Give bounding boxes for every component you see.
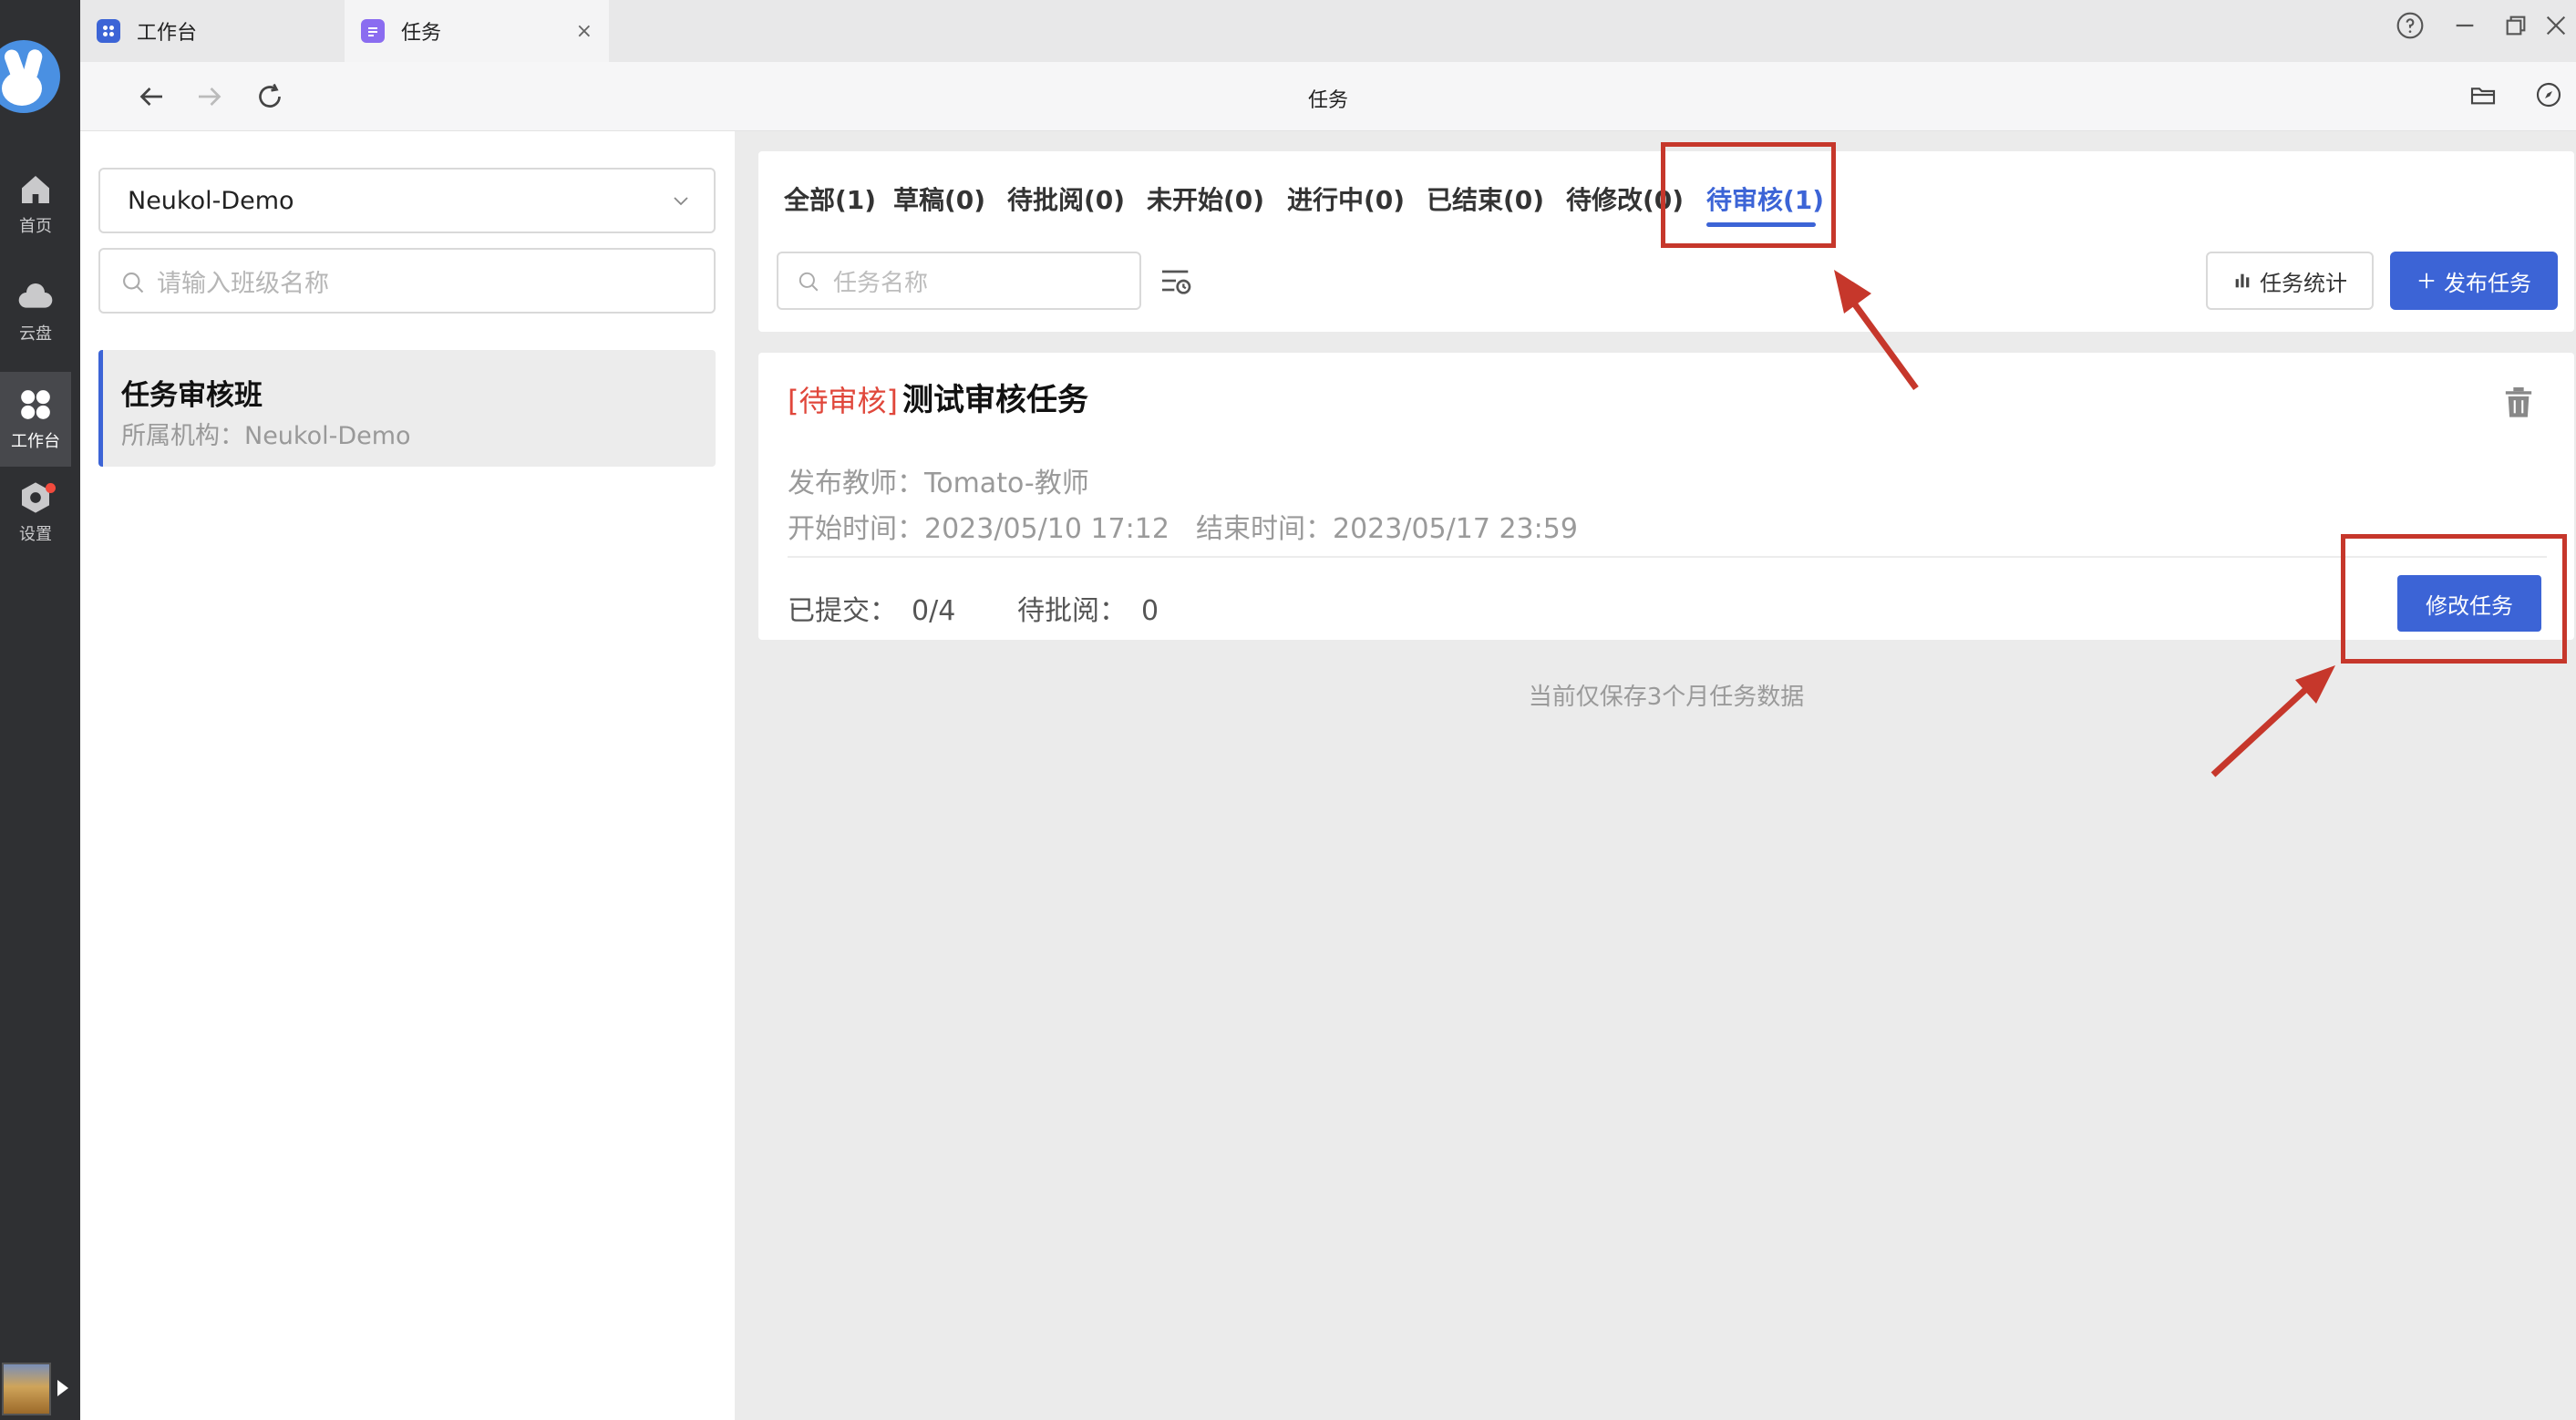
nav-toolbar: 任务 [80,62,2576,131]
task-pending-grade: 待批阅： 0 [1017,595,1159,627]
class-org: 所属机构：Neukol-Demo [121,422,411,450]
help-icon[interactable] [2396,11,2425,46]
window-close-icon[interactable] [2541,11,2571,46]
retention-note: 当前仅保存3个月任务数据 [1528,684,1805,711]
compass-icon[interactable] [2534,80,2567,113]
tab-draft[interactable]: 草稿(0) [893,180,985,217]
rail-item-workbench[interactable]: 工作台 [0,372,71,467]
publish-task-button[interactable]: 发布任务 [2390,252,2558,310]
class-panel: Neukol-Demo 请输入班级名称 任务审核班 所属机构：Neukol-De… [80,131,735,1420]
tab-tasks[interactable]: 任务 × [345,0,609,62]
class-list-item[interactable]: 任务审核班 所属机构：Neukol-Demo [98,350,716,467]
tab-bar: 工作台 任务 × [80,0,2576,62]
task-status-badge: [待审核] [788,384,898,418]
task-teacher: 发布教师：Tomato-教师 [788,468,1089,499]
card-divider [788,556,2547,558]
close-icon[interactable]: × [576,20,592,43]
plus-icon [2418,273,2435,289]
grid-icon [21,390,50,419]
restore-icon[interactable] [2501,11,2530,46]
annotation-box-edit-button [2341,534,2567,664]
tab-label: 工作台 [137,22,198,45]
rail-item-settings[interactable]: 设置 [0,465,71,560]
class-search-input[interactable]: 请输入班级名称 [98,248,716,314]
task-start-time: 开始时间：2023/05/10 17:12 [788,513,1170,545]
home-icon [22,176,49,203]
publish-task-label: 发布任务 [2444,270,2531,296]
task-stats-button[interactable]: 任务统计 [2206,252,2374,310]
task-search-placeholder: 任务名称 [833,269,929,297]
chevron-down-icon [674,197,688,206]
filter-settings-icon[interactable] [1158,262,1194,299]
refresh-icon[interactable] [253,80,286,113]
task-search-input[interactable]: 任务名称 [777,252,1141,310]
task-card[interactable]: [待审核] 测试审核任务 发布教师：Tomato-教师 开始时间：2023/05… [758,353,2574,640]
user-avatar[interactable] [0,40,60,113]
task-title[interactable]: 测试审核任务 [902,375,1088,419]
task-submitted: 已提交： 0/4 [788,595,956,627]
minimize-icon[interactable] [2450,11,2479,46]
back-arrow-icon[interactable] [135,80,168,113]
annotation-box-review-tab [1661,142,1836,248]
tab-to-grade[interactable]: 待批阅(0) [1007,180,1125,217]
play-icon[interactable] [57,1380,68,1396]
bar-chart-icon [2235,273,2250,288]
search-icon [799,272,819,292]
trash-icon[interactable] [2503,386,2534,420]
class-name: 任务审核班 [121,379,263,412]
org-select[interactable]: Neukol-Demo [98,168,716,233]
tab-workbench[interactable]: 工作台 [97,0,343,62]
cloud-icon [18,283,53,308]
search-icon [123,273,144,293]
rail-item-label: 首页 [19,217,52,236]
rail-item-label: 设置 [19,525,52,544]
rail-item-label: 云盘 [19,324,52,344]
tab-all[interactable]: 全部(1) [784,180,876,217]
media-thumbnail[interactable] [2,1363,51,1415]
grid-icon [97,19,120,43]
app-rail: 首页 云盘 工作台 设置 [0,0,80,1420]
forward-arrow-icon[interactable] [193,80,226,113]
rail-item-home[interactable]: 首页 [0,157,71,252]
org-select-value: Neukol-Demo [128,186,294,215]
tab-ended[interactable]: 已结束(0) [1427,180,1544,217]
task-stats-label: 任务统计 [2260,270,2347,296]
tab-label: 任务 [401,22,442,45]
folder-icon[interactable] [2468,80,2501,113]
rail-item-label: 工作台 [11,432,60,451]
rail-item-cloud[interactable]: 云盘 [0,264,71,359]
task-end-time: 结束时间：2023/05/17 23:59 [1196,513,1578,545]
tab-in-progress[interactable]: 进行中(0) [1287,180,1405,217]
page-title: 任务 [1307,89,1348,112]
notification-dot [46,483,56,493]
task-list-icon [361,19,385,43]
tab-not-started[interactable]: 未开始(0) [1147,180,1264,217]
class-search-placeholder: 请输入班级名称 [157,269,329,298]
